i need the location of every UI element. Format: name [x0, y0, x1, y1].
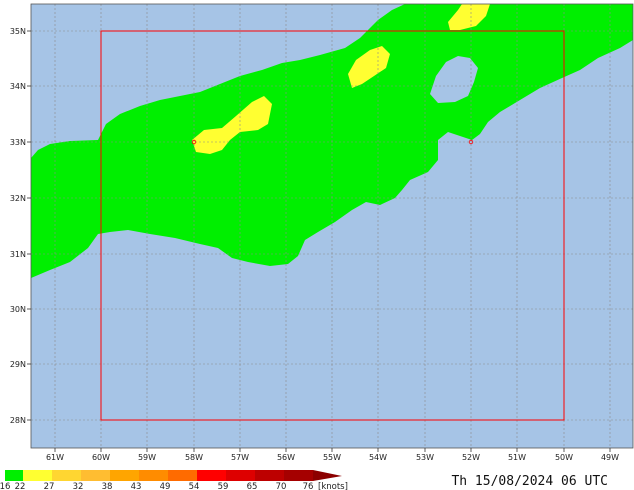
lon-label: 52W — [462, 453, 480, 462]
lon-label: 61W — [46, 453, 64, 462]
legend-swatch — [5, 470, 23, 481]
legend-swatch — [139, 470, 168, 481]
lon-label: 55W — [323, 453, 341, 462]
legend-label: 16 — [0, 482, 10, 490]
wind-map: 35N 34N 33N 32N 31N 30N 29N 28N 61W 60W … — [0, 3, 634, 490]
legend-label: 59 — [218, 482, 229, 490]
lon-label: 58W — [185, 453, 203, 462]
lon-labels: 61W 60W 59W 58W 57W 56W 55W 54W 53W 52W … — [46, 453, 619, 462]
legend-label: 65 — [247, 482, 258, 490]
legend-swatch — [110, 470, 139, 481]
legend-swatch — [226, 470, 255, 481]
legend-label: 27 — [44, 482, 55, 490]
legend-label: 38 — [102, 482, 113, 490]
lon-label: 59W — [138, 453, 156, 462]
lat-label: 32N — [10, 194, 26, 203]
legend-arrow — [313, 470, 342, 481]
legend-swatch — [255, 470, 284, 481]
legend-label: 49 — [160, 482, 171, 490]
lat-label: 31N — [10, 250, 26, 259]
lat-label: 34N — [10, 82, 26, 91]
legend-swatch — [23, 470, 52, 481]
legend-label: 32 — [73, 482, 84, 490]
lat-label: 33N — [10, 138, 26, 147]
legend-label: 43 — [131, 482, 142, 490]
lon-label: 50W — [555, 453, 573, 462]
legend-swatch — [197, 470, 226, 481]
valid-time: Th 15/08/2024 06 UTC — [451, 474, 608, 489]
legend-label: 76 — [303, 482, 314, 490]
legend-swatch — [168, 470, 197, 481]
legend-swatch — [52, 470, 81, 481]
legend-swatch — [284, 470, 313, 481]
lon-label: 51W — [508, 453, 526, 462]
lon-label: 54W — [369, 453, 387, 462]
lon-label: 56W — [277, 453, 295, 462]
lat-label: 28N — [10, 416, 26, 425]
lon-label: 57W — [231, 453, 249, 462]
lat-label: 30N — [10, 305, 26, 314]
lon-axis — [54, 448, 611, 452]
lon-label: 49W — [601, 453, 619, 462]
lon-label: 60W — [92, 453, 110, 462]
legend-swatch — [81, 470, 110, 481]
legend-units: [knots] — [318, 482, 348, 490]
lat-label: 29N — [10, 360, 26, 369]
legend-labels: 16 22 27 32 38 43 49 54 59 65 70 76 [kno… — [0, 482, 348, 490]
legend-label: 70 — [276, 482, 287, 490]
lat-label: 35N — [10, 27, 26, 36]
lat-labels: 35N 34N 33N 32N 31N 30N 29N 28N — [10, 27, 26, 425]
legend-label: 54 — [189, 482, 200, 490]
lon-label: 53W — [416, 453, 434, 462]
legend-colorbar — [5, 470, 342, 481]
lat-axis — [27, 30, 31, 421]
legend-label: 22 — [15, 482, 26, 490]
